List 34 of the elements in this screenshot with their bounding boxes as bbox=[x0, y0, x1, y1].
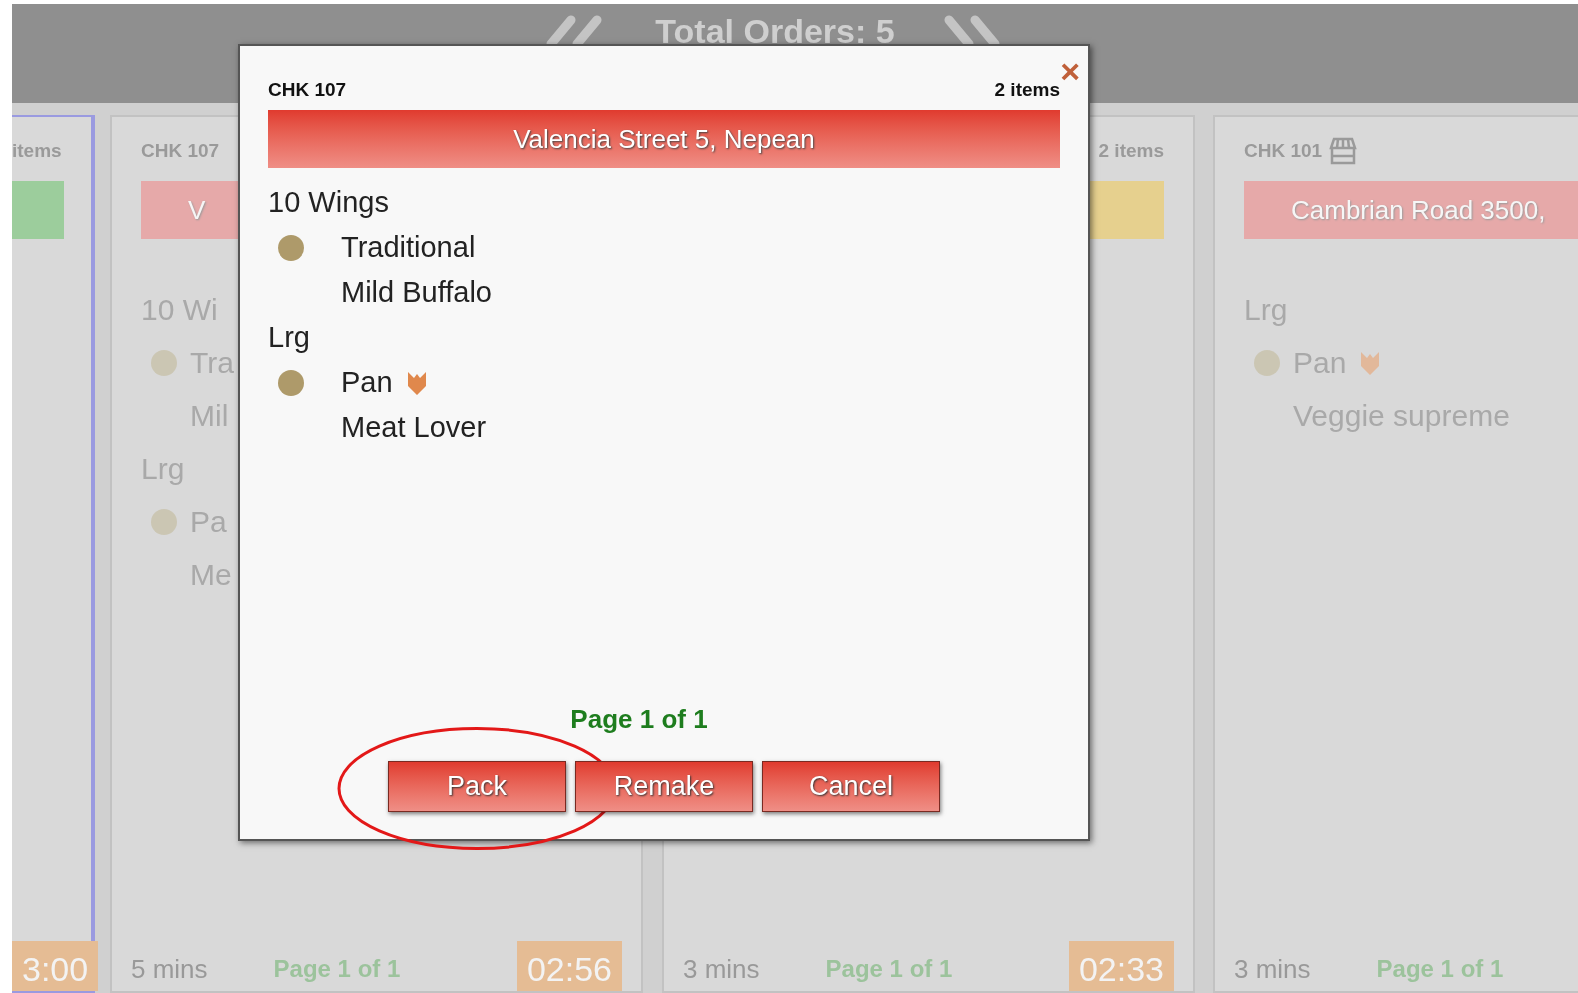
order-line-text: Lrg bbox=[268, 323, 310, 352]
order-card[interactable]: items 3:00 bbox=[12, 115, 95, 993]
page-indicator: Page 1 of 1 bbox=[273, 954, 401, 984]
page-indicator: Page 1 of 1 bbox=[1376, 954, 1504, 984]
order-line-text: Traditional bbox=[341, 233, 476, 262]
timer: 3:00 bbox=[12, 941, 99, 991]
order-line-text: Mild Buffalo bbox=[341, 278, 492, 307]
page-indicator: Page 1 of 1 bbox=[570, 703, 708, 736]
check-number: CHK 107 bbox=[141, 138, 220, 163]
total-orders-title: Total Orders: 5 bbox=[655, 14, 895, 48]
address-text: V bbox=[188, 193, 206, 227]
action-button[interactable]: Cancel bbox=[762, 761, 940, 812]
item-count: items bbox=[12, 138, 62, 163]
shield-icon bbox=[1360, 349, 1381, 376]
timer: 02:56 bbox=[516, 941, 622, 991]
check-number: CHK 101 bbox=[1244, 138, 1323, 163]
order-line-text: 10 Wings bbox=[268, 188, 389, 217]
order-line-text: Pan bbox=[341, 368, 393, 397]
action-button[interactable]: Remake bbox=[575, 761, 753, 812]
elapsed-time: 3 mins bbox=[683, 953, 760, 986]
address-text: Valencia Street 5, Nepean bbox=[513, 122, 815, 156]
store-icon bbox=[1328, 137, 1359, 165]
action-button[interactable]: Pack bbox=[388, 761, 566, 812]
order-line-text: Meat Lover bbox=[341, 413, 487, 442]
item-count: 2 items bbox=[1098, 138, 1164, 163]
close-button[interactable]: × bbox=[1060, 54, 1080, 88]
elapsed-time: 5 mins bbox=[131, 953, 208, 986]
elapsed-time: 3 mins bbox=[1234, 953, 1311, 986]
check-number: CHK 107 bbox=[268, 77, 347, 102]
item-count: 2 items bbox=[994, 77, 1060, 102]
address-text: Cambrian Road 3500, bbox=[1291, 193, 1546, 227]
page-indicator: Page 1 of 1 bbox=[825, 954, 953, 984]
timer: 02:33 bbox=[1068, 941, 1174, 991]
shield-icon bbox=[406, 369, 427, 396]
